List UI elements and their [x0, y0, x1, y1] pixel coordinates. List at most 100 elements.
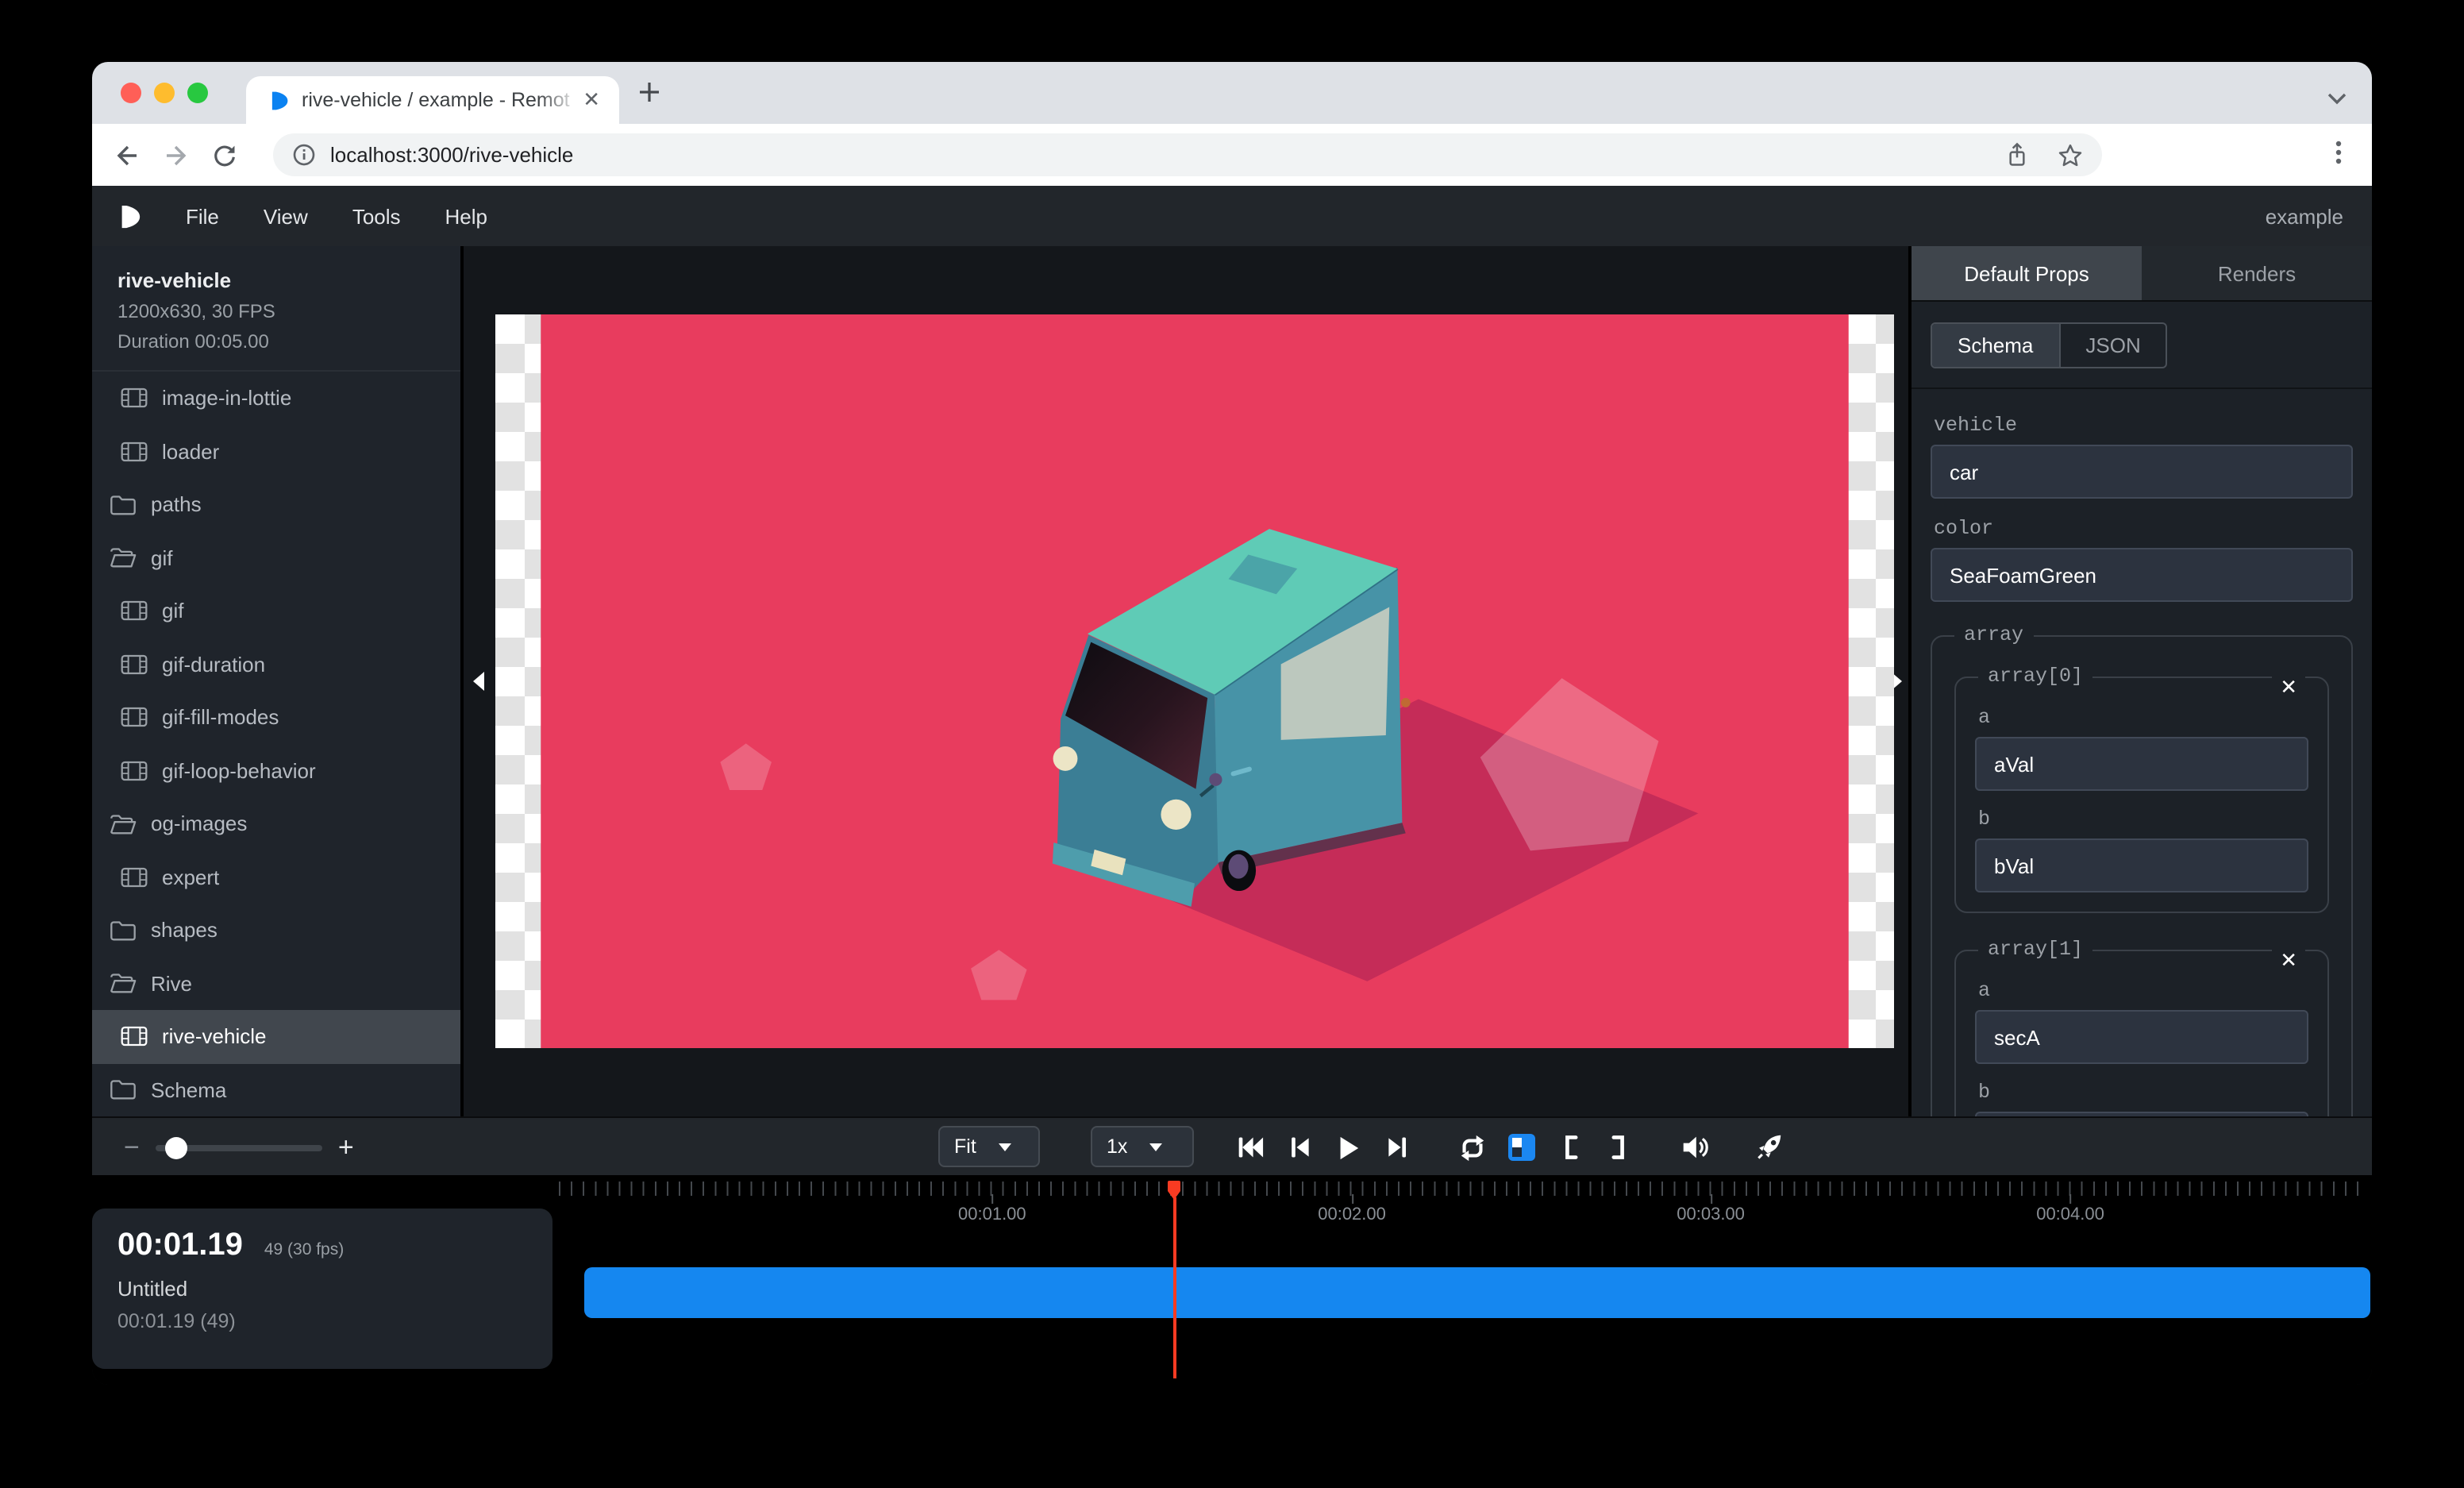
- forward-button[interactable]: [162, 141, 191, 169]
- previous-frame-icon: [1287, 1134, 1311, 1161]
- sidebar-item-label: gif: [151, 546, 172, 570]
- jump-to-start-button[interactable]: [1232, 1128, 1267, 1166]
- speed-value: 1x: [1107, 1135, 1127, 1158]
- timeline-track-bar[interactable]: [584, 1267, 2370, 1318]
- volume-button[interactable]: [1677, 1128, 1711, 1166]
- loop-toggle-button[interactable]: [1454, 1128, 1489, 1166]
- canvas-zoom-slider[interactable]: [156, 1144, 322, 1151]
- sidebar-item[interactable]: Schema: [92, 1063, 460, 1116]
- sidebar-item[interactable]: gif: [92, 584, 460, 638]
- menu-tools[interactable]: Tools: [330, 204, 423, 228]
- sidebar-item[interactable]: gif-fill-modes: [92, 691, 460, 744]
- sidebar-item[interactable]: gif: [92, 531, 460, 584]
- sidebar-item[interactable]: gif-duration: [92, 638, 460, 691]
- film-icon: [121, 388, 148, 409]
- playhead[interactable]: [1168, 1180, 1182, 1378]
- array-item-1-legend: array[1]: [1978, 939, 2092, 961]
- minimize-window-button[interactable]: [154, 83, 175, 103]
- rocket-icon: [1754, 1132, 1784, 1162]
- new-tab-button[interactable]: [638, 81, 660, 111]
- playback-speed-select[interactable]: 1x: [1091, 1126, 1194, 1167]
- collapse-sidebar-icon[interactable]: [473, 672, 484, 691]
- next-frame-icon: [1385, 1134, 1409, 1161]
- film-icon: [121, 761, 148, 781]
- zoom-in-button[interactable]: +: [338, 1131, 354, 1163]
- transparency-checkerboard-button[interactable]: [1503, 1128, 1538, 1166]
- composition-canvas[interactable]: [495, 314, 1894, 1048]
- array-item-1-fieldset: array[1] ✕ a b: [1954, 939, 2329, 1116]
- frame-info: 49 (30 fps): [264, 1240, 344, 1259]
- array-item-0-fieldset: array[0] ✕ a b: [1954, 665, 2329, 913]
- bookmark-button[interactable]: [2058, 142, 2083, 168]
- menu-file[interactable]: File: [164, 204, 241, 228]
- field-label-color: color: [1934, 518, 2353, 540]
- browser-tab[interactable]: rive-vehicle / example - Remot ✕: [246, 76, 619, 124]
- sidebar-item[interactable]: gif-loop-behavior: [92, 744, 460, 797]
- bundle-name-label: example: [2266, 204, 2343, 228]
- color-input[interactable]: [1931, 548, 2353, 602]
- props-mode-bar: Schema JSON: [1912, 302, 2372, 389]
- sidebar-item-label: rive-vehicle: [162, 1025, 267, 1049]
- vehicle-input[interactable]: [1931, 445, 2353, 499]
- sidebar-item[interactable]: og-images: [92, 797, 460, 850]
- sidebar-item-label: gif-duration: [162, 653, 265, 677]
- transport-controls: [1232, 1118, 1786, 1177]
- render-button[interactable]: [1751, 1128, 1786, 1166]
- film-icon: [121, 707, 148, 728]
- folder-icon: [110, 1079, 137, 1101]
- array-0-a-input[interactable]: [1975, 737, 2308, 791]
- close-window-button[interactable]: [121, 83, 141, 103]
- canvas-fit-select[interactable]: Fit: [938, 1126, 1040, 1167]
- zoom-slider-thumb[interactable]: [165, 1136, 187, 1158]
- menu-view[interactable]: View: [241, 204, 330, 228]
- composition-name: rive-vehicle: [117, 268, 435, 292]
- tab-default-props[interactable]: Default Props: [1912, 246, 2142, 300]
- sidebar-item[interactable]: image-in-lottie: [92, 372, 460, 425]
- zoom-out-button[interactable]: −: [124, 1131, 140, 1163]
- timeline-ruler[interactable]: [559, 1182, 2369, 1196]
- remove-array-item-0-button[interactable]: ✕: [2272, 672, 2305, 702]
- back-button[interactable]: [113, 141, 141, 169]
- current-time: 00:01.19: [117, 1228, 243, 1264]
- sidebar-item-label: loader: [162, 440, 219, 464]
- tab-search-chevron-button[interactable]: [2327, 84, 2347, 113]
- set-out-point-button[interactable]: [1602, 1128, 1637, 1166]
- composition-list: image-in-lottie loader paths: [92, 372, 460, 1116]
- remotion-logo-icon[interactable]: [117, 202, 141, 229]
- track-name: Untitled: [117, 1277, 527, 1301]
- array-fieldset: array array[0] ✕ a b array[1] ✕ a: [1931, 624, 2353, 1116]
- menu-help[interactable]: Help: [423, 204, 510, 228]
- film-icon: [121, 1027, 148, 1047]
- site-info-icon[interactable]: [292, 143, 316, 167]
- field-label-a: a: [1978, 980, 2308, 1002]
- sidebar-item[interactable]: rive-vehicle: [92, 1010, 460, 1063]
- array-0-b-input[interactable]: [1975, 838, 2308, 892]
- sidebar-item[interactable]: shapes: [92, 904, 460, 957]
- sidebar-item-label: Rive: [151, 972, 192, 996]
- browser-menu-button[interactable]: [2326, 138, 2351, 175]
- sidebar-item[interactable]: expert: [92, 850, 460, 904]
- previous-frame-button[interactable]: [1281, 1128, 1316, 1166]
- mode-json[interactable]: JSON: [2058, 324, 2166, 367]
- remove-array-item-1-button[interactable]: ✕: [2272, 945, 2305, 975]
- tab-close-icon[interactable]: ✕: [579, 87, 603, 113]
- sidebar-item[interactable]: Rive: [92, 957, 460, 1010]
- taillight-speck: [1401, 697, 1411, 707]
- ruler-label: 00:01.00: [958, 1205, 1026, 1224]
- set-in-point-button[interactable]: [1553, 1128, 1588, 1166]
- fullscreen-window-button[interactable]: [187, 83, 208, 103]
- reload-button[interactable]: [211, 141, 238, 168]
- address-bar[interactable]: localhost:3000/rive-vehicle: [273, 133, 2102, 176]
- checkerboard-icon: [1507, 1134, 1534, 1161]
- sidebar-item[interactable]: loader: [92, 425, 460, 478]
- preview-area: [464, 246, 1908, 1116]
- sidebar-item[interactable]: paths: [92, 478, 460, 531]
- next-frame-button[interactable]: [1380, 1128, 1415, 1166]
- sidebar-item-label: shapes: [151, 919, 218, 943]
- share-button[interactable]: [2005, 141, 2029, 168]
- tab-renders[interactable]: Renders: [2142, 246, 2372, 300]
- tab-title: rive-vehicle / example - Remot: [302, 89, 579, 111]
- array-1-a-input[interactable]: [1975, 1010, 2308, 1064]
- play-button[interactable]: [1330, 1128, 1365, 1166]
- mode-schema[interactable]: Schema: [1932, 324, 2058, 367]
